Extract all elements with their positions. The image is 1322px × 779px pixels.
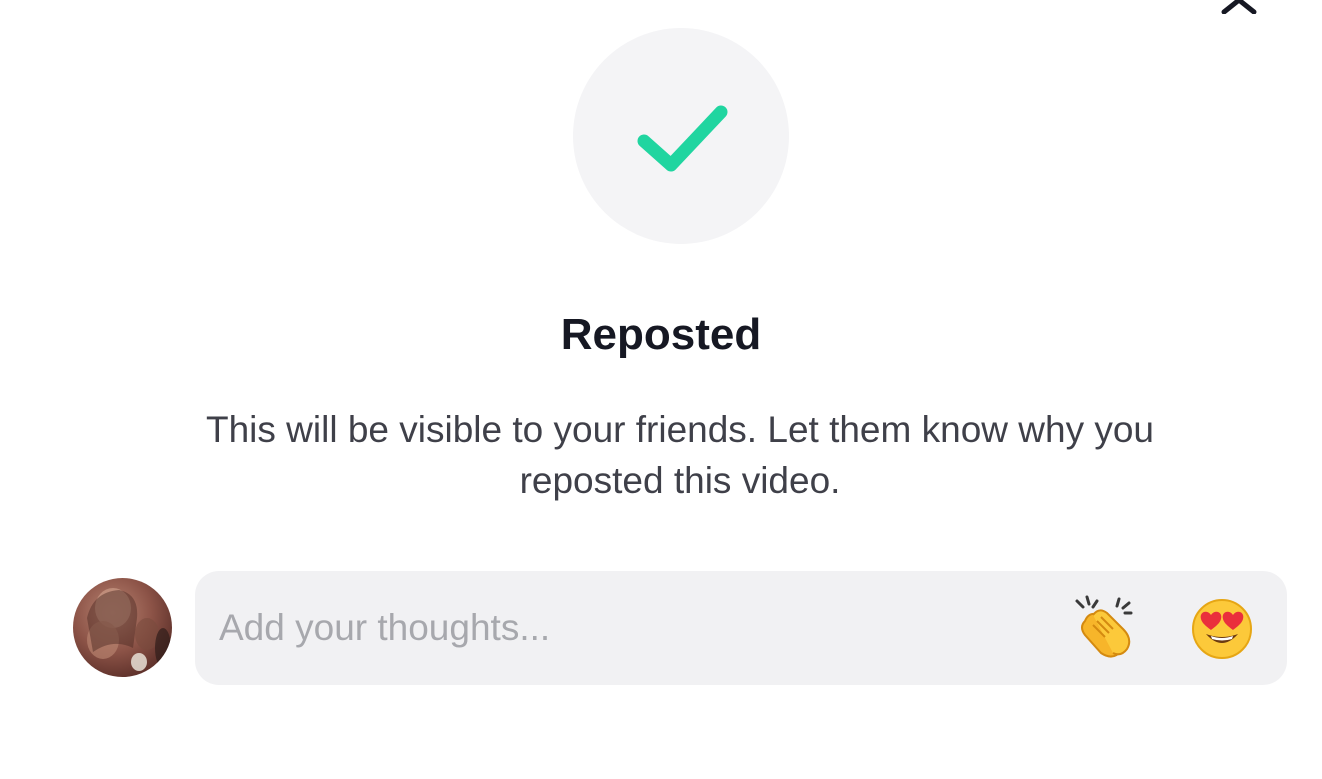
thoughts-input[interactable] [219,601,1019,655]
clap-emoji-button[interactable] [1071,595,1137,661]
dialog-title: Reposted [560,310,762,359]
heart-eyes-emoji [1192,599,1252,659]
clapping-hands-emoji [1075,595,1133,658]
avatar-photo [87,588,171,671]
close-button[interactable] [1216,0,1262,14]
heart-eyes-emoji-button[interactable] [1191,598,1257,664]
checkmark-icon [637,105,728,172]
dialog-description: This will be visible to your friends. Le… [205,409,1155,501]
close-icon [1221,0,1257,14]
thoughts-composer [195,571,1287,685]
success-badge [573,28,789,244]
avatar [73,578,172,677]
